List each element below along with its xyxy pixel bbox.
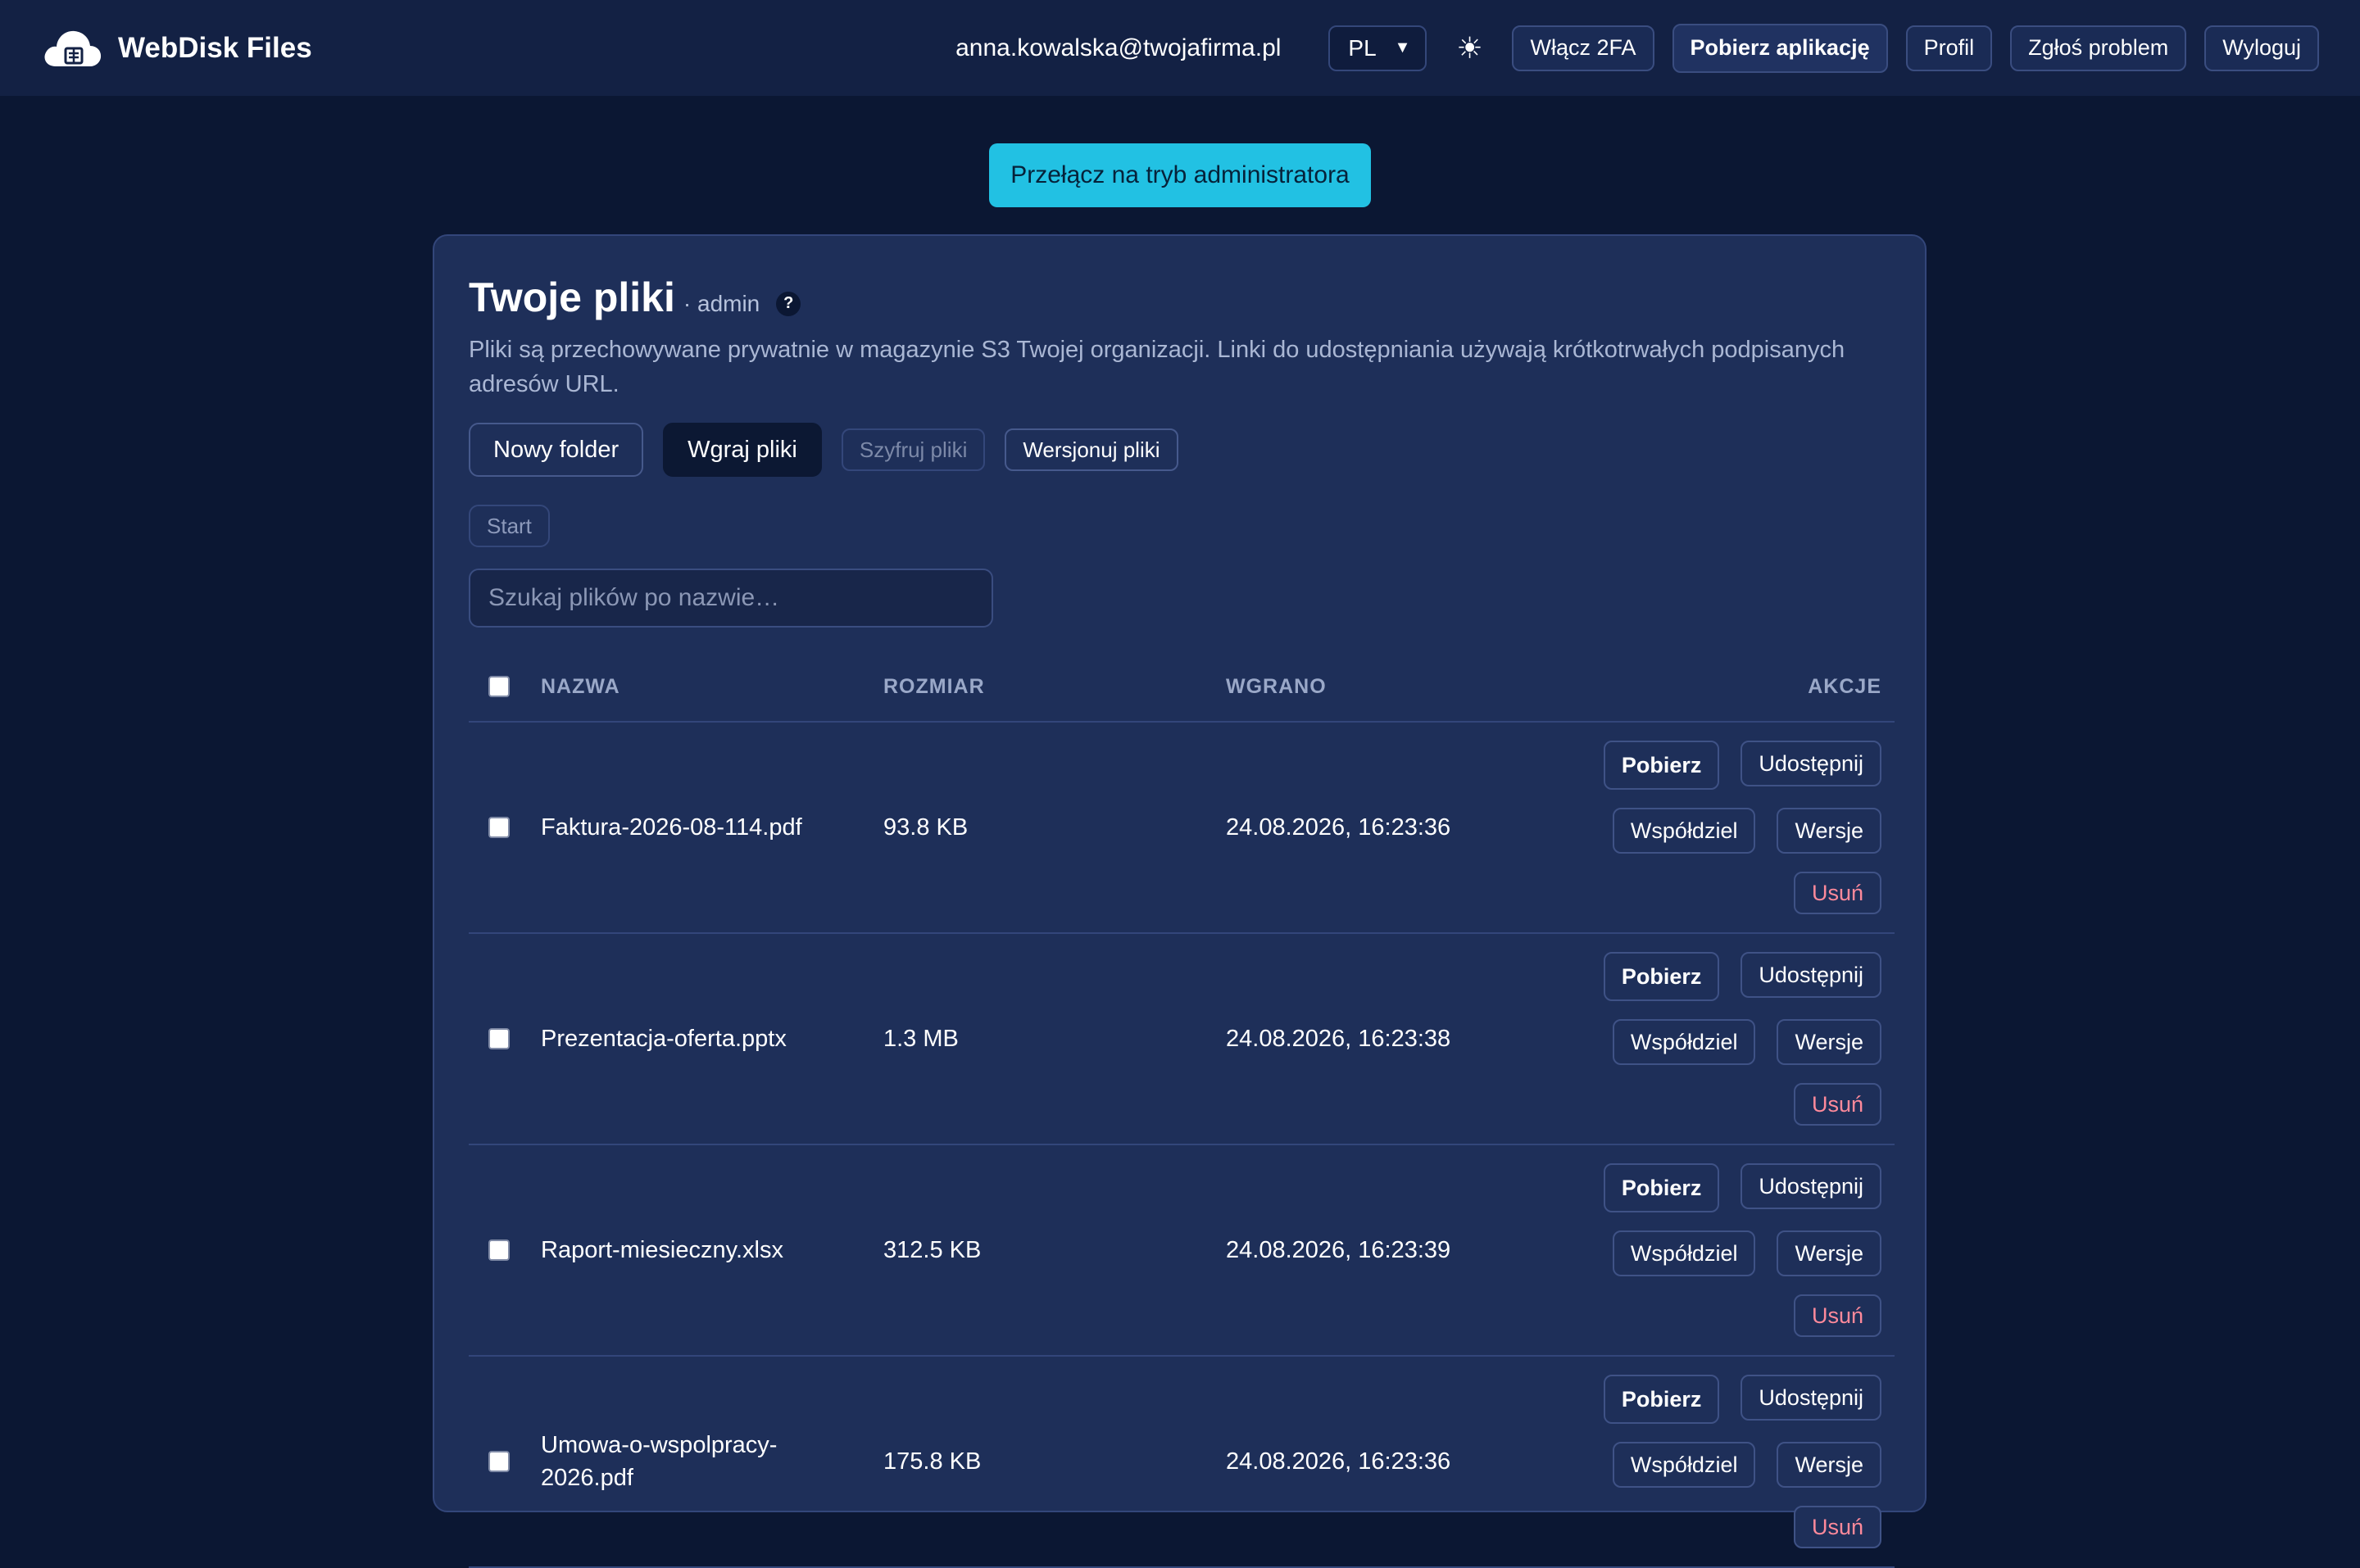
file-toolbar: Nowy folder Wgraj pliki Szyfruj pliki We… [469,423,1178,477]
versions-button[interactable]: Wersje [1777,1442,1881,1488]
header-actions: anna.kowalska@twojafirma.pl PL ▼ ☀ Włącz… [955,23,2319,73]
column-header-uploaded[interactable]: WGRANO [1226,675,1586,699]
page-title: Twoje pliki [469,274,675,320]
search-input[interactable] [469,569,993,628]
select-all-checkbox[interactable] [488,676,510,697]
row-checkbox[interactable] [488,1028,510,1049]
files-card: Twoje pliki · admin ? Pliki są przechowy… [433,234,1927,1568]
breadcrumb-home[interactable]: Start [469,505,550,547]
versions-button[interactable]: Wersje [1777,808,1881,854]
share-button[interactable]: Udostępnij [1740,741,1881,786]
file-size: 312.5 KB [883,1236,982,1263]
table-row: Raport-miesieczny.xlsx 312.5 KB 24.08.20… [469,1145,1895,1357]
share-button[interactable]: Udostępnij [1740,952,1881,998]
collaborate-button[interactable]: Współdziel [1612,1442,1756,1488]
top-bar: WebDisk Files anna.kowalska@twojafirma.p… [0,0,2360,96]
file-name[interactable]: Umowa-o-wspolpracy-2026.pdf [541,1429,883,1494]
logout-button[interactable]: Wyloguj [2204,25,2319,71]
user-role: · admin [683,291,760,316]
app-name: WebDisk Files [118,31,312,64]
versions-button[interactable]: Wersje [1777,1019,1881,1065]
file-uploaded-date: 24.08.2026, 16:23:39 [1226,1236,1451,1263]
row-checkbox[interactable] [488,817,510,838]
share-button[interactable]: Udostępnij [1740,1163,1881,1209]
versions-button[interactable]: Wersje [1777,1230,1881,1276]
table-header: NAZWA ROZMIAR WGRANO AKCJE [469,652,1895,723]
file-name[interactable]: Faktura-2026-08-114.pdf [541,811,883,844]
row-actions: Pobierz Udostępnij Współdziel Wersje Usu… [1586,1163,1895,1337]
file-size: 93.8 KB [883,813,969,841]
chevron-down-icon: ▼ [1394,39,1411,57]
row-actions: Pobierz Udostępnij Współdziel Wersje Usu… [1586,952,1895,1126]
table-row: Umowa-o-wspolpracy-2026.pdf 175.8 KB 24.… [469,1357,1895,1568]
share-button[interactable]: Udostępnij [1740,1375,1881,1421]
file-uploaded-date: 24.08.2026, 16:23:36 [1226,1448,1451,1475]
file-size: 175.8 KB [883,1448,982,1475]
row-actions: Pobierz Udostępnij Współdziel Wersje Usu… [1586,1375,1895,1548]
row-actions: Pobierz Udostępnij Współdziel Wersje Usu… [1586,741,1895,914]
collaborate-button[interactable]: Współdziel [1612,808,1756,854]
download-app-button[interactable]: Pobierz aplikację [1672,23,1888,73]
profile-button[interactable]: Profil [1905,25,1993,71]
brand[interactable]: WebDisk Files [41,24,312,73]
file-name[interactable]: Prezentacja-oferta.pptx [541,1022,883,1055]
report-problem-button[interactable]: Zgłoś problem [2010,25,2187,71]
collaborate-button[interactable]: Współdziel [1612,1019,1756,1065]
upload-files-button[interactable]: Wgraj pliki [663,423,822,477]
row-checkbox[interactable] [488,1451,510,1472]
switch-admin-mode-button[interactable]: Przełącz na tryb administratora [989,143,1371,207]
column-header-size[interactable]: ROZMIAR [883,675,1226,699]
files-table: NAZWA ROZMIAR WGRANO AKCJE Faktura-2026-… [469,652,1895,1568]
file-name[interactable]: Raport-miesieczny.xlsx [541,1234,883,1267]
column-header-actions: AKCJE [1808,674,1881,698]
file-uploaded-date: 24.08.2026, 16:23:38 [1226,1025,1451,1052]
column-header-name[interactable]: NAZWA [541,675,883,699]
delete-button[interactable]: Usuń [1793,872,1881,914]
download-button[interactable]: Pobierz [1603,741,1720,790]
table-row: Faktura-2026-08-114.pdf 93.8 KB 24.08.20… [469,723,1895,934]
new-folder-button[interactable]: Nowy folder [469,423,644,477]
version-files-button[interactable]: Wersjonuj pliki [1005,428,1178,471]
cloud-drive-icon [44,30,102,66]
language-value: PL [1348,34,1377,61]
storage-description: Pliki są przechowywane prywatnie w magaz… [469,337,1845,397]
download-button[interactable]: Pobierz [1603,1163,1720,1212]
table-row: Prezentacja-oferta.pptx 1.3 MB 24.08.202… [469,934,1895,1145]
sun-icon[interactable]: ☀ [1445,31,1494,66]
language-select[interactable]: PL ▼ [1328,25,1427,71]
card-header: Twoje pliki · admin ? [469,274,801,321]
delete-button[interactable]: Usuń [1793,1083,1881,1126]
delete-button[interactable]: Usuń [1793,1506,1881,1548]
download-button[interactable]: Pobierz [1603,952,1720,1001]
help-icon[interactable]: ? [776,291,801,316]
file-size: 1.3 MB [883,1025,959,1052]
row-checkbox[interactable] [488,1239,510,1261]
user-email: anna.kowalska@twojafirma.pl [955,34,1282,61]
encrypt-files-button[interactable]: Szyfruj pliki [841,428,986,471]
enable-2fa-button[interactable]: Włącz 2FA [1512,25,1654,71]
download-button[interactable]: Pobierz [1603,1375,1720,1424]
file-uploaded-date: 24.08.2026, 16:23:36 [1226,813,1451,841]
collaborate-button[interactable]: Współdziel [1612,1230,1756,1276]
delete-button[interactable]: Usuń [1793,1294,1881,1337]
